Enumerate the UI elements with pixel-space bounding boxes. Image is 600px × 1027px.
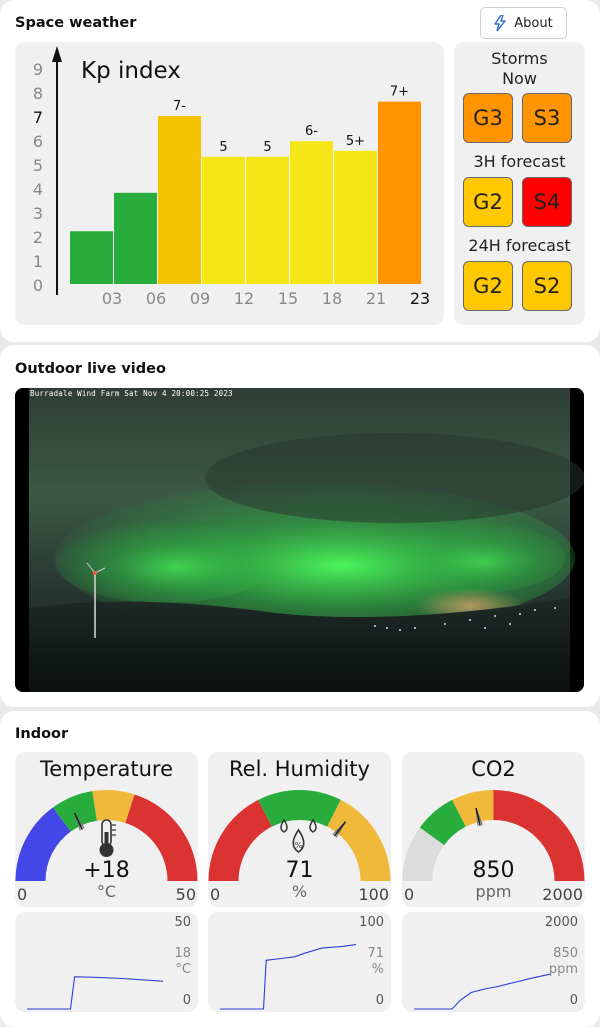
kp-bar-label: 5 xyxy=(219,140,227,155)
about-button[interactable]: About xyxy=(480,7,567,39)
kp-y-tick: 0 xyxy=(33,276,43,295)
kp-y-tick: 5 xyxy=(33,156,43,175)
trend-line xyxy=(220,944,357,1010)
kp-bar xyxy=(246,156,289,284)
kp-bar xyxy=(158,116,201,284)
video-timestamp: Burradale Wind Farm Sat Nov 4 20:00:25 2… xyxy=(30,389,233,398)
storm-3h-s: S4 xyxy=(522,177,572,227)
about-label: About xyxy=(514,15,553,31)
trend-current: 850 ppm xyxy=(549,946,578,978)
kp-bar-label: 6- xyxy=(305,124,318,139)
kp-y-tick: 7 xyxy=(33,108,43,127)
gauge-min: 0 xyxy=(404,885,415,904)
thermometer-icon xyxy=(99,819,116,857)
trend-current: 18 °C xyxy=(174,946,191,978)
trend-current-unit: °C xyxy=(175,962,191,977)
indoor-title: Indoor xyxy=(15,726,69,742)
trend-line xyxy=(414,973,551,1010)
kp-bar xyxy=(202,156,245,284)
storm-now-s: S3 xyxy=(522,93,572,143)
kp-x-tick: 06 xyxy=(146,289,166,308)
trend-panel-2: 2000 850 ppm 0 xyxy=(402,912,585,1012)
kp-bar-label: 5 xyxy=(263,140,271,155)
kp-bar xyxy=(290,141,333,284)
aurora-scene xyxy=(15,388,584,692)
gauge-min: 0 xyxy=(210,885,221,904)
kp-bar xyxy=(334,150,377,284)
kp-y-tick: 9 xyxy=(33,60,43,79)
trend-current-value: 71 xyxy=(367,946,384,961)
kp-x-tick: 12 xyxy=(234,289,254,308)
gauge-max: 50 xyxy=(175,885,196,904)
kp-x-tick: 18 xyxy=(322,289,342,308)
forecast-3h-label: 3H forecast xyxy=(473,152,566,171)
trend-panel-0: 50 18 °C 0 xyxy=(15,912,198,1012)
gauge-panel-2: CO2 850 ppm 0 2000 xyxy=(402,752,585,907)
kp-y-tick: 6 xyxy=(33,132,43,151)
kp-bar-label: 5+ xyxy=(346,134,365,149)
kp-x-tick: 03 xyxy=(102,289,122,308)
gauge-panel-0: Temperature +18 °C 0 50 xyxy=(15,752,198,907)
kp-bar xyxy=(70,231,113,284)
kp-bar-label: 7- xyxy=(173,99,186,114)
gauge-value: 850 xyxy=(472,858,515,883)
kp-x-tick: 23 xyxy=(410,289,430,308)
trend-min: 0 xyxy=(375,993,384,1008)
space-weather-title: Space weather xyxy=(15,15,137,31)
space-weather-card: Space weather About Kp index 0 1 2 3 4 5 6 7 8 9 7-… xyxy=(0,0,600,342)
gauge-value: 71 xyxy=(285,858,314,883)
storms-panel: Storms Now G3 S3 3H forecast G2 S4 24H f… xyxy=(454,42,585,325)
kp-bar xyxy=(378,101,421,284)
gauge-max: 100 xyxy=(358,885,389,904)
trend-current-unit: % xyxy=(371,962,384,977)
kp-index-panel: Kp index 0 1 2 3 4 5 6 7 8 9 7- 5 5 6- 5+ 7+ 03 06 09 12 15 18… xyxy=(15,42,444,325)
kp-index-chart: Kp index01234567897-5 56-5+7+03 06 09 12 15 18… xyxy=(33,46,430,308)
kp-y-tick: 2 xyxy=(33,228,43,247)
kp-bar xyxy=(114,192,157,284)
gauge-unit: °C xyxy=(96,882,117,901)
trend-max: 2000 xyxy=(544,915,578,930)
trend-panel-1: 100 71% 0 xyxy=(208,912,391,1012)
gauge-min: 0 xyxy=(17,885,28,904)
gauge-max: 2000 xyxy=(542,885,583,904)
svg-text:%: % xyxy=(295,841,303,850)
kp-x-tick: 15 xyxy=(278,289,298,308)
kp-axis-arrow xyxy=(52,46,62,62)
kp-y-tick: 1 xyxy=(33,252,43,271)
storm-24h-s: S2 xyxy=(522,261,572,311)
trend-max: 50 xyxy=(174,915,191,930)
forecast-24h-label: 24H forecast xyxy=(468,236,571,255)
gauge-value: +18 xyxy=(83,858,130,883)
lightning-icon xyxy=(494,15,506,31)
trend-chart xyxy=(27,976,164,1010)
humidity-icon: % xyxy=(280,818,317,853)
kp-x-tick: 21 xyxy=(366,289,386,308)
kp-y-tick: 8 xyxy=(33,84,43,103)
trend-line xyxy=(27,976,164,1010)
storm-now-g: G3 xyxy=(463,93,513,143)
trend-min: 0 xyxy=(569,993,578,1008)
trend-min: 0 xyxy=(182,993,191,1008)
outdoor-title: Outdoor live video xyxy=(15,361,166,377)
live-video[interactable]: Burradale Wind Farm Sat Nov 4 20:00:25 2… xyxy=(15,388,584,692)
gauge-panel-1: Rel. Humidity% 71% 0 100 xyxy=(208,752,391,907)
gauge-zone xyxy=(258,790,341,827)
storms-now-label: Storms Now xyxy=(491,49,548,88)
trend-current-value: 18 xyxy=(174,946,191,961)
kp-title: Kp index xyxy=(81,58,181,84)
storm-24h-g: G2 xyxy=(463,261,513,311)
trend-current-value: 850 xyxy=(553,946,578,961)
trend-current-unit: ppm xyxy=(548,962,578,977)
storm-3h-g: G2 xyxy=(463,177,513,227)
kp-y-tick: 4 xyxy=(33,180,43,199)
kp-y-tick: 3 xyxy=(33,204,43,223)
kp-bar-label: 7+ xyxy=(390,85,409,100)
kp-x-tick: 09 xyxy=(190,289,210,308)
trend-max: 100 xyxy=(359,915,384,930)
trend-current: 71% xyxy=(367,946,384,978)
